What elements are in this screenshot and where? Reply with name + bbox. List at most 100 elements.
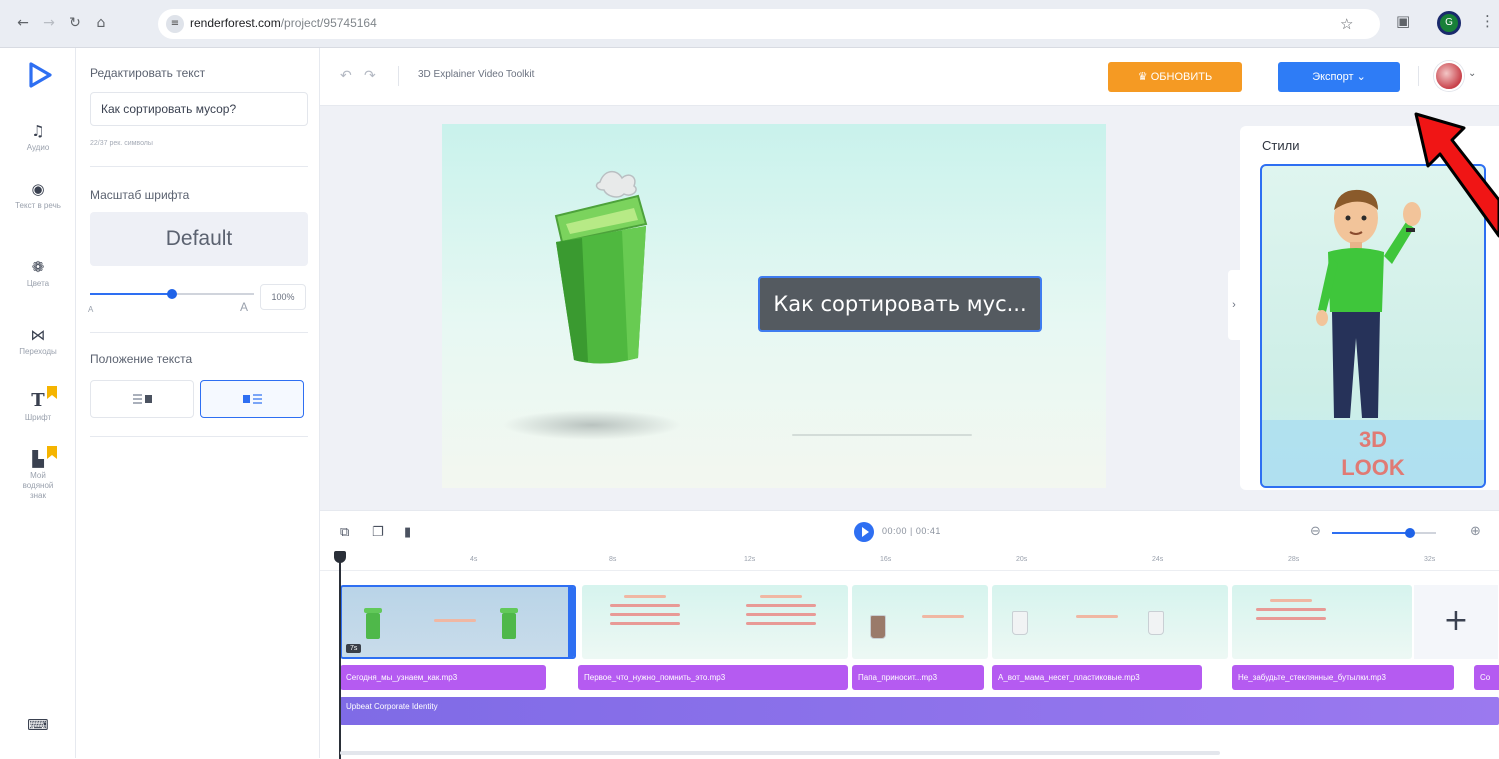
rail-label-colors: Цвета (26, 279, 50, 288)
site-settings-icon[interactable]: ≡ (166, 15, 184, 33)
timeline-scrollbar[interactable] (340, 751, 1220, 755)
ruler-label: 16s (880, 556, 892, 563)
text-settings-panel: Редактировать текст Как сортировать мусо… (76, 48, 320, 758)
rail-label-text-to-speech: Текст в речь (15, 201, 61, 210)
icon-rail: ♫ Аудио ◉ Текст в речь ❁ Цвета ⋈ Переход… (0, 48, 76, 758)
font-scale-slider[interactable] (90, 289, 254, 299)
rail-item-watermark[interactable]: ▙ Мой водяной знак (0, 446, 76, 501)
text-position-right-button[interactable] (200, 380, 304, 418)
ruler-label: 24s (1152, 556, 1164, 563)
style-card-line2: LOOK (1341, 455, 1405, 480)
keyboard-shortcuts-button[interactable]: ⌨ (0, 716, 76, 734)
voice-audio-clip[interactable]: Папа_приносит...mp3 (852, 665, 984, 690)
zoom-in-icon[interactable]: ⊕ (1470, 524, 1481, 539)
small-a-label: A (88, 305, 94, 314)
zoom-out-icon[interactable]: ⊖ (1310, 524, 1321, 539)
profile-initial: G (1445, 17, 1453, 28)
mini-caption (908, 609, 978, 624)
mini-cup-icon (1012, 611, 1028, 635)
chevron-down-icon[interactable]: ⌄ (1468, 68, 1476, 79)
undo-icon[interactable]: ↶ (340, 68, 352, 84)
ground-line (792, 434, 972, 436)
text-field[interactable]: Как сортировать мусор? (90, 92, 308, 126)
font-scale-percent-input[interactable]: 100% (260, 284, 306, 310)
font-name-display[interactable]: Default (90, 212, 308, 266)
add-scene-button[interactable]: + (1414, 585, 1498, 659)
styles-panel-toggle[interactable]: › (1228, 270, 1240, 340)
scene-thumbnail[interactable] (1232, 585, 1412, 659)
mini-cup-icon (1148, 611, 1164, 635)
forward-arrow-icon[interactable]: → (40, 14, 58, 32)
upgrade-button[interactable]: ♛ ОБНОВИТЬ (1108, 62, 1242, 92)
duplicate-icon[interactable]: ❐ (372, 525, 384, 540)
user-avatar[interactable] (1434, 61, 1464, 91)
reload-icon[interactable]: ↻ (66, 14, 84, 32)
scene-thumbnail-selected[interactable]: 7s (340, 585, 576, 659)
browser-toolbar: ← → ↻ ⌂ ≡ renderforest.com/project/95745… (0, 0, 1499, 48)
style-card-line1: 3D (1358, 427, 1388, 452)
font-icon: T (31, 390, 45, 411)
mini-caption (420, 613, 490, 628)
rail-item-font[interactable]: T Шрифт (0, 386, 76, 423)
scene-duration-badge: 7s (346, 644, 362, 653)
scene-thumbnail[interactable] (582, 585, 848, 659)
crown-icon: ♛ (1137, 71, 1151, 83)
voice-audio-clip[interactable]: А_вот_мама_несет_пластиковые.mp3 (992, 665, 1202, 690)
ruler-label: 20s (1016, 556, 1028, 563)
url-text[interactable]: renderforest.com/project/95745164 (190, 16, 377, 30)
playhead[interactable] (339, 553, 341, 759)
styles-title: Стили (1262, 138, 1300, 153)
scene-thumbnail[interactable] (992, 585, 1228, 659)
music-track[interactable]: Upbeat Corporate Identity (340, 697, 1499, 725)
address-bar[interactable]: ≡ renderforest.com/project/95745164 ☆ (158, 9, 1380, 39)
scene-thumbnail[interactable] (852, 585, 988, 659)
mini-bin-icon (500, 608, 518, 639)
caption-text-box[interactable]: Как сортировать мус... (758, 276, 1042, 332)
rail-item-colors[interactable]: ❁ Цвета (0, 258, 76, 289)
style-card-label: 3D LOOK (1262, 420, 1484, 486)
export-label: Экспорт (1312, 71, 1354, 83)
renderforest-logo[interactable] (25, 60, 55, 90)
browser-menu-icon[interactable]: ⋮ (1480, 12, 1495, 30)
divider (90, 166, 308, 167)
bin-shadow (502, 410, 682, 440)
project-title[interactable]: 3D Explainer Video Toolkit (418, 69, 534, 80)
home-icon[interactable]: ⌂ (92, 14, 110, 32)
rail-item-audio[interactable]: ♫ Аудио (0, 122, 76, 153)
voice-audio-clip[interactable]: Не_забудьте_стеклянные_бутылки.mp3 (1232, 665, 1454, 690)
mini-checklist (1256, 593, 1326, 626)
bookmark-star-icon[interactable]: ☆ (1340, 15, 1353, 33)
big-a-label: A (240, 300, 249, 314)
voice-audio-clip[interactable]: Со (1474, 665, 1499, 690)
scene-canvas[interactable]: Как сортировать мус... (442, 124, 1106, 488)
browser-profile-avatar[interactable]: G (1437, 11, 1461, 35)
ruler-label: 28s (1288, 556, 1300, 563)
mini-checklist (746, 589, 816, 631)
watermark-icon: ▙ (32, 450, 44, 468)
align-left-icon (133, 393, 153, 405)
scene-resize-handle[interactable] (568, 587, 574, 657)
redo-icon[interactable]: ↷ (364, 68, 376, 84)
ruler-label: 32s (1424, 556, 1436, 563)
text-position-left-button[interactable] (90, 380, 194, 418)
font-scale-slider-thumb[interactable] (167, 289, 177, 299)
voice-audio-clip[interactable]: Первое_что_нужно_помнить_это.mp3 (578, 665, 848, 690)
font-scale-slider-fill (90, 293, 172, 295)
mini-figure-icon (870, 615, 886, 639)
char-count: 22/37 рек. символы (90, 140, 153, 147)
palette-icon: ❁ (31, 258, 45, 276)
zoom-slider-thumb[interactable] (1405, 528, 1415, 538)
extensions-icon[interactable]: ▣ (1396, 12, 1410, 30)
rail-item-text-to-speech[interactable]: ◉ Текст в речь (0, 180, 76, 211)
ruler-label: 4s (470, 556, 478, 563)
play-button[interactable] (854, 522, 874, 542)
trash-icon[interactable]: ▮ (404, 525, 411, 540)
export-button[interactable]: Экспорт ⌄ (1278, 62, 1400, 92)
voice-audio-clip[interactable]: Сегодня_мы_узнаем_как.mp3 (340, 665, 546, 690)
back-arrow-icon[interactable]: ← (14, 14, 32, 32)
trash-bin-illustration (554, 170, 648, 364)
add-scene-icon[interactable]: ⧉ (340, 525, 349, 540)
rail-item-transitions[interactable]: ⋈ Переходы (0, 326, 76, 357)
timeline-zoom-slider[interactable] (1332, 528, 1436, 538)
red-annotation-arrow (1414, 112, 1499, 238)
